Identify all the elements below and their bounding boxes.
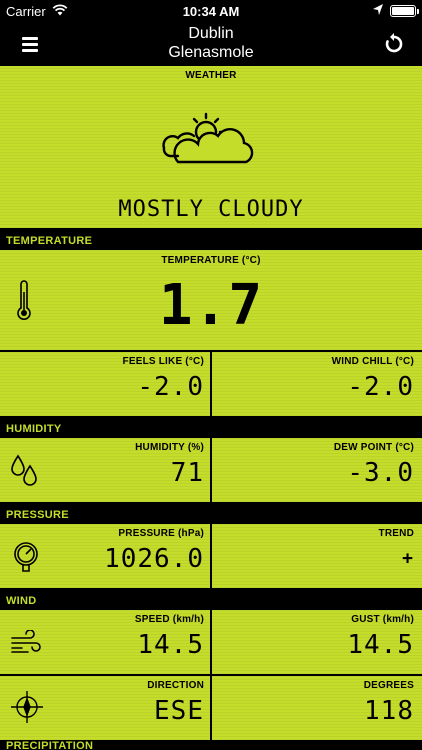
pressure-panel: PRESSURE (hPa) 1026.0 (0, 524, 210, 588)
wind-chill-value: -2.0 (347, 372, 414, 402)
humidity-panel: HUMIDITY (%) 71 (0, 438, 210, 502)
city-name: Dublin (188, 25, 234, 42)
battery-icon (390, 5, 419, 17)
wind-chill-label: WIND CHILL (°C) (331, 356, 414, 367)
degrees-panel: DEGREES 118 (212, 676, 422, 740)
weather-panel: WEATHER MOSTLY CLOUDY (0, 66, 422, 228)
wind-speed-label: SPEED (km/h) (134, 614, 204, 625)
trend-label: TREND (378, 528, 414, 539)
humidity-value: 71 (170, 458, 204, 488)
section-pressure: PRESSURE (0, 502, 422, 523)
water-drops-icon (10, 452, 40, 488)
wind-speed-value: 14.5 (137, 630, 204, 660)
compass-icon (10, 690, 44, 724)
refresh-button[interactable] (382, 32, 406, 56)
barometer-icon (12, 540, 40, 574)
wind-chill-panel: WIND CHILL (°C) -2.0 (212, 352, 422, 416)
temperature-panel: TEMPERATURE (°C) 1.7 (0, 250, 422, 350)
section-precipitation: PRECIPITATION (0, 740, 422, 750)
weather-label: WEATHER (185, 70, 237, 81)
direction-label: DIRECTION (147, 680, 204, 691)
clock: 10:34 AM (182, 4, 240, 19)
temperature-value: 1.7 (158, 273, 264, 338)
section-temperature: TEMPERATURE (0, 228, 422, 249)
navigation-bar: Dublin Glenasmole (0, 22, 422, 66)
temperature-label: TEMPERATURE (°C) (161, 255, 261, 266)
refresh-icon (385, 33, 403, 53)
feels-like-label: FEELS LIKE (°C) (122, 356, 204, 367)
degrees-label: DEGREES (363, 680, 414, 691)
direction-value: ESE (154, 696, 204, 726)
feels-like-panel: FEELS LIKE (°C) -2.0 (0, 352, 210, 416)
station-name: Glenasmole (168, 44, 254, 61)
status-bar: Carrier 10:34 AM (0, 0, 422, 22)
gust-panel: GUST (km/h) 14.5 (212, 610, 422, 674)
partly-cloudy-icon (160, 110, 260, 170)
dew-point-value: -3.0 (347, 458, 414, 488)
gust-label: GUST (km/h) (351, 614, 414, 625)
location-arrow-icon (372, 3, 384, 17)
trend-panel: TREND + (212, 524, 422, 588)
section-humidity: HUMIDITY (0, 416, 422, 437)
humidity-label: HUMIDITY (%) (135, 442, 204, 453)
trend-value: + (402, 548, 414, 569)
degrees-value: 118 (364, 696, 414, 726)
wind-icon (10, 630, 42, 656)
page-title: Dublin Glenasmole (0, 24, 422, 62)
pressure-label: PRESSURE (hPa) (118, 528, 204, 539)
pressure-value: 1026.0 (104, 544, 204, 574)
dew-point-panel: DEW POINT (°C) -3.0 (212, 438, 422, 502)
direction-panel: DIRECTION ESE (0, 676, 210, 740)
weather-condition: MOSTLY CLOUDY (118, 197, 304, 222)
wind-speed-panel: SPEED (km/h) 14.5 (0, 610, 210, 674)
gust-value: 14.5 (347, 630, 414, 660)
section-wind: WIND (0, 588, 422, 609)
feels-like-value: -2.0 (137, 372, 204, 402)
dew-point-label: DEW POINT (°C) (333, 442, 414, 453)
